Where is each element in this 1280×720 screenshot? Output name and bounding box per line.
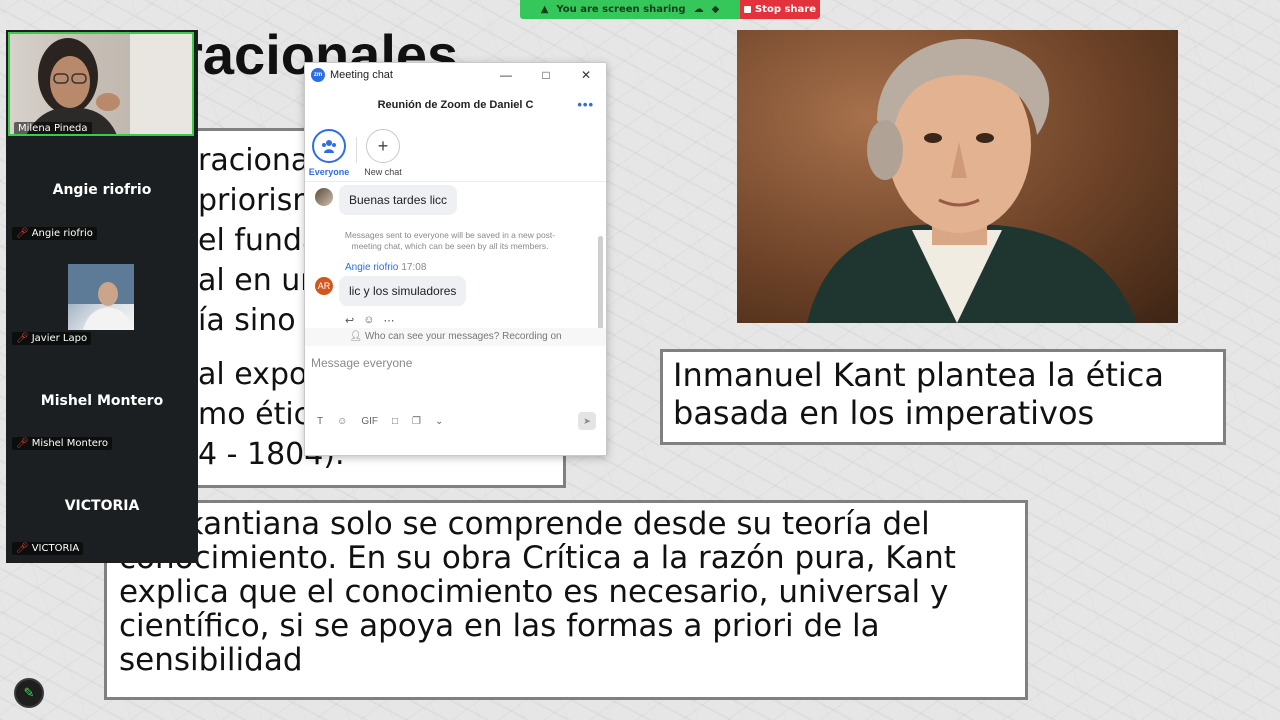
- close-button[interactable]: ✕: [566, 63, 606, 87]
- participant-name-tag: 🎤︎ Javier Lapo: [12, 332, 92, 345]
- message-time: 17:08: [401, 262, 427, 273]
- avatar: [315, 188, 333, 206]
- slide-text-box-kant: Inmanuel Kant plantea la ética basada en…: [660, 349, 1226, 445]
- chat-input-area[interactable]: Message everyone T ☺ GIF □ ❐ ⌄ ➤: [305, 346, 606, 430]
- more-icon[interactable]: ⋯: [383, 314, 394, 327]
- mic-muted-icon: 🎤︎: [16, 333, 29, 344]
- plus-icon: +: [366, 129, 400, 163]
- participant-display-name: VICTORIA: [64, 498, 140, 514]
- zoom-app-icon: zm: [311, 68, 325, 82]
- message-sender: Angie riofrio 17:08: [345, 262, 426, 273]
- chevron-down-icon[interactable]: ⌄: [435, 416, 443, 427]
- person-icon: 👤︎: [349, 331, 363, 342]
- emoji-reaction-icon[interactable]: ☺: [363, 314, 374, 327]
- participant-photo: [68, 264, 134, 330]
- chat-message: Buenas tardes licc: [339, 185, 458, 215]
- mic-muted-icon: 🎤︎: [16, 543, 29, 554]
- participant-name-tag: Milena Pineda: [14, 122, 92, 134]
- chat-visibility-notice[interactable]: 👤︎ Who can see your messages? Recording …: [305, 328, 606, 346]
- more-options-icon[interactable]: •••: [577, 87, 594, 123]
- chat-meeting-name: Reunión de Zoom de Daniel C: [377, 99, 534, 111]
- notice-text: Who can see your messages? Recording on: [364, 331, 562, 342]
- chat-header: Reunión de Zoom de Daniel C •••: [305, 87, 606, 123]
- chat-message: lic y los simuladores: [339, 276, 467, 306]
- people-icon: [312, 129, 346, 163]
- participant-panel: Milena Pineda Angie riofrio 🎤︎ Angie rio…: [6, 30, 198, 563]
- message-actions: ↩ ☺ ⋯: [345, 314, 394, 327]
- minimize-button[interactable]: —: [486, 63, 526, 87]
- participant-name: Milena Pineda: [18, 123, 88, 134]
- meeting-chat-window: zm Meeting chat — □ ✕ Reunión de Zoom de…: [304, 62, 607, 456]
- send-icon: ➤: [583, 415, 591, 426]
- stop-icon: [743, 6, 751, 13]
- mic-muted-icon: 🎤︎: [16, 438, 29, 449]
- screenshot-icon[interactable]: ❐: [412, 416, 421, 427]
- screen-share-bar: ▲ You are screen sharing ☁ ◆ Stop share: [520, 0, 820, 19]
- annotate-pencil-button[interactable]: ✎: [14, 678, 44, 708]
- tab-new-chat[interactable]: + New chat: [353, 129, 413, 177]
- pin-icon: ▲: [540, 4, 549, 15]
- cloud-icon: ☁: [693, 4, 704, 15]
- participant-name-tag: 🎤︎ Mishel Montero: [12, 437, 112, 450]
- participant-display-name: Mishel Montero: [40, 393, 164, 409]
- message-input[interactable]: Message everyone: [311, 356, 412, 370]
- participant-name: Angie riofrio: [31, 228, 93, 239]
- emoji-icon[interactable]: ☺: [337, 416, 347, 427]
- participant-name-tag: 🎤︎ Angie riofrio: [12, 227, 97, 240]
- participant-video-milena[interactable]: Milena Pineda: [8, 32, 194, 136]
- participant-name-tag: 🎤︎ VICTORIA: [12, 542, 84, 555]
- portrait-illustration: [807, 38, 1137, 323]
- mic-muted-icon: 🎤︎: [16, 228, 29, 239]
- tab-label: Everyone: [308, 167, 350, 177]
- sharing-status[interactable]: ▲ You are screen sharing ☁ ◆: [520, 0, 740, 19]
- shield-icon: ◆: [711, 4, 720, 15]
- file-icon[interactable]: □: [392, 416, 398, 427]
- sharing-status-text: You are screen sharing: [556, 4, 686, 15]
- avatar: AR: [315, 277, 333, 295]
- chat-scrollbar[interactable]: [598, 236, 603, 328]
- pencil-icon: ✎: [23, 685, 35, 701]
- sender-name: Angie riofrio: [345, 262, 399, 273]
- stop-share-button[interactable]: Stop share: [740, 0, 820, 19]
- webcam-feed: [27, 34, 192, 134]
- stop-share-label: Stop share: [754, 4, 817, 15]
- tab-everyone[interactable]: Everyone: [299, 129, 359, 177]
- people-glyph: [322, 140, 336, 153]
- reply-icon[interactable]: ↩: [345, 314, 354, 327]
- participant-name: VICTORIA: [31, 543, 80, 554]
- send-button[interactable]: ➤: [578, 412, 596, 430]
- participant-thumbnail-javier[interactable]: [68, 264, 134, 330]
- slide-text-box-bottom: tica kantiana solo se comprende desde su…: [104, 500, 1028, 700]
- participant-name: Javier Lapo: [31, 333, 88, 344]
- format-text-icon[interactable]: T: [317, 416, 323, 427]
- tab-label: New chat: [364, 167, 402, 177]
- participant-display-name: Angie riofrio: [52, 182, 152, 198]
- chat-titlebar[interactable]: zm Meeting chat — □ ✕: [305, 63, 606, 87]
- chat-tabs: Everyone + New chat: [305, 123, 606, 182]
- kant-portrait: [737, 30, 1178, 323]
- chat-system-message: Messages sent to everyone will be saved …: [344, 230, 556, 251]
- chat-window-title: Meeting chat: [330, 69, 393, 81]
- participant-name: Mishel Montero: [31, 438, 108, 449]
- maximize-button[interactable]: □: [526, 63, 566, 87]
- chat-toolbar: T ☺ GIF □ ❐ ⌄: [317, 416, 443, 427]
- gif-icon[interactable]: GIF: [361, 416, 378, 427]
- chat-messages: Buenas tardes licc Messages sent to ever…: [305, 182, 606, 328]
